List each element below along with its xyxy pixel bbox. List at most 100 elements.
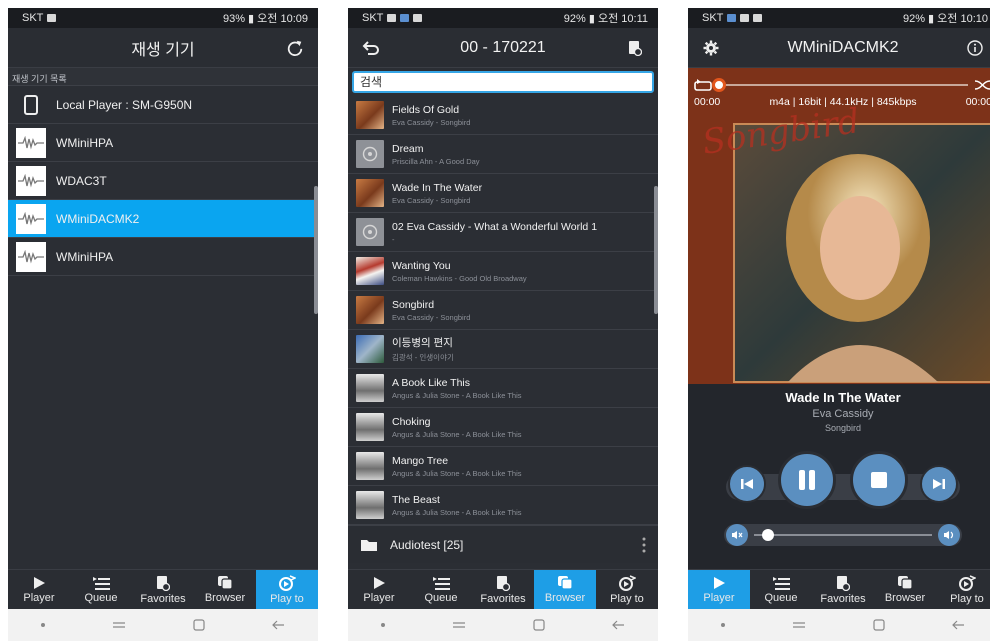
- volume-mute-button[interactable]: [726, 524, 748, 546]
- track-title: Wanting You: [392, 259, 451, 272]
- track-row[interactable]: Dream Priscilla Ahn - A Good Day: [348, 135, 658, 174]
- device-item-wminidacmk2[interactable]: WMiniDACMK2: [8, 200, 318, 238]
- recent-apps-icon[interactable]: [451, 620, 467, 630]
- tab-play-to[interactable]: Play to: [936, 570, 990, 609]
- app-header: WMiniDACMK2: [688, 28, 990, 68]
- app-header: 00 - 170221: [348, 28, 658, 68]
- refresh-button[interactable]: [282, 35, 308, 61]
- tab-browser[interactable]: Browser: [874, 570, 936, 609]
- track-title: 02 Eva Cassidy - What a Wonderful World …: [392, 220, 598, 233]
- seek-bar[interactable]: [712, 78, 968, 92]
- tab-player[interactable]: Player: [348, 570, 410, 609]
- tab-favorites[interactable]: Favorites: [132, 570, 194, 609]
- add-playlist-button[interactable]: [622, 35, 648, 61]
- stop-button[interactable]: [850, 451, 908, 509]
- now-playing-info: Wade In The Water Eva Cassidy Songbird: [688, 390, 990, 433]
- track-subtitle: Coleman Hawkins - Good Old Broadway: [392, 273, 527, 283]
- track-row[interactable]: Wade In The Water Eva Cassidy - Songbird: [348, 174, 658, 213]
- previous-button[interactable]: [728, 465, 766, 503]
- album-art: [356, 296, 384, 324]
- tab-browser[interactable]: Browser: [194, 570, 256, 609]
- album-art: [356, 257, 384, 285]
- settings-button[interactable]: [698, 35, 724, 61]
- nav-dot-icon[interactable]: [381, 623, 385, 627]
- track-row[interactable]: 02 Eva Cassidy - What a Wonderful World …: [348, 213, 658, 252]
- track-row[interactable]: A Book Like This Angus & Julia Stone - A …: [348, 369, 658, 408]
- volume-thumb[interactable]: [762, 529, 774, 541]
- home-icon[interactable]: [873, 619, 885, 631]
- status-right: 92% ▮ 오전 10:11: [563, 13, 648, 25]
- tab-queue[interactable]: Queue: [750, 570, 812, 609]
- nav-dot-icon[interactable]: [41, 623, 45, 627]
- track-row[interactable]: 이등병의 편지 김광석 - 인생이야기: [348, 330, 658, 369]
- repeat-icon[interactable]: [694, 79, 712, 91]
- search-input[interactable]: 검색: [352, 71, 654, 93]
- recent-apps-icon[interactable]: [791, 620, 807, 630]
- total-time: 00:00: [965, 96, 990, 108]
- info-icon: [967, 39, 983, 56]
- gallery-icon: [387, 14, 397, 22]
- skip-next-icon: [933, 479, 945, 489]
- info-button[interactable]: [962, 35, 988, 61]
- message-icon: [413, 14, 423, 22]
- recent-apps-icon[interactable]: [111, 620, 127, 630]
- track-row[interactable]: Fields Of Gold Eva Cassidy - Songbird: [348, 96, 658, 135]
- tab-player[interactable]: Player: [688, 570, 750, 609]
- track-subtitle: Angus & Julia Stone - A Book Like This: [392, 429, 522, 439]
- tab-label: Favorites: [140, 592, 186, 605]
- seek-thumb[interactable]: [712, 78, 726, 92]
- album-name: Songbird: [824, 423, 862, 433]
- tab-player[interactable]: Player: [8, 570, 70, 609]
- tab-favorites[interactable]: Favorites: [812, 570, 874, 609]
- tab-queue[interactable]: Queue: [70, 570, 132, 609]
- message-icon: [47, 14, 57, 22]
- disc-icon: [356, 218, 384, 246]
- tab-play-to[interactable]: Play to: [256, 570, 318, 609]
- favorites-icon: [497, 575, 510, 591]
- home-icon[interactable]: [533, 619, 545, 631]
- tab-queue[interactable]: Queue: [410, 570, 472, 609]
- device-label: Local Player : SM-G950N: [56, 97, 193, 112]
- tab-label: Browser: [884, 592, 926, 604]
- folder-icon: [361, 539, 377, 551]
- device-item-wminihpa[interactable]: WMiniHPA: [8, 124, 318, 162]
- back-icon[interactable]: [951, 619, 965, 631]
- back-icon[interactable]: [611, 619, 625, 631]
- back-button[interactable]: [358, 35, 384, 61]
- play-icon: [714, 576, 725, 589]
- tab-play-to[interactable]: Play to: [596, 570, 658, 609]
- track-row[interactable]: Choking Angus & Julia Stone - A Book Like…: [348, 408, 658, 447]
- volume-slider[interactable]: [754, 529, 932, 541]
- tab-label: Play to: [610, 592, 644, 605]
- track-row[interactable]: Songbird Eva Cassidy - Songbird: [348, 291, 658, 330]
- nav-dot-icon[interactable]: [721, 623, 725, 627]
- queue-icon: [773, 576, 790, 590]
- tab-browser[interactable]: Browser: [534, 570, 596, 609]
- next-button[interactable]: [920, 465, 958, 503]
- skip-previous-icon: [741, 479, 753, 489]
- device-item-local[interactable]: Local Player : SM-G950N: [8, 86, 318, 124]
- device-item-wdac3t[interactable]: WDAC3T: [8, 162, 318, 200]
- pause-button[interactable]: [778, 451, 836, 509]
- back-icon[interactable]: [271, 619, 285, 631]
- track-subtitle: Angus & Julia Stone - A Book Like This: [392, 390, 522, 400]
- track-title: Dream: [392, 142, 424, 155]
- pause-icon: [799, 470, 815, 490]
- scrollbar[interactable]: [314, 186, 318, 314]
- tab-favorites[interactable]: Favorites: [472, 570, 534, 609]
- home-icon[interactable]: [193, 619, 205, 631]
- track-row[interactable]: Mango Tree Angus & Julia Stone - A Book L…: [348, 447, 658, 486]
- track-row[interactable]: Wanting You Coleman Hawkins - Good Old Br…: [348, 252, 658, 291]
- app-icon: [727, 14, 737, 22]
- shuffle-icon[interactable]: [974, 79, 990, 91]
- browser-icon: [898, 576, 913, 590]
- folder-row[interactable]: Audiotest [25]: [348, 525, 658, 563]
- more-vert-icon[interactable]: [642, 537, 646, 553]
- device-item-wminihpa-2[interactable]: WMiniHPA: [8, 238, 318, 276]
- track-title: Wade In The Water: [785, 390, 901, 405]
- volume-up-button[interactable]: [938, 524, 960, 546]
- track-row[interactable]: The Beast Angus & Julia Stone - A Book Li…: [348, 486, 658, 525]
- carrier-label: SKT: [702, 12, 724, 24]
- scrollbar[interactable]: [654, 186, 658, 314]
- app-icon: [400, 14, 410, 22]
